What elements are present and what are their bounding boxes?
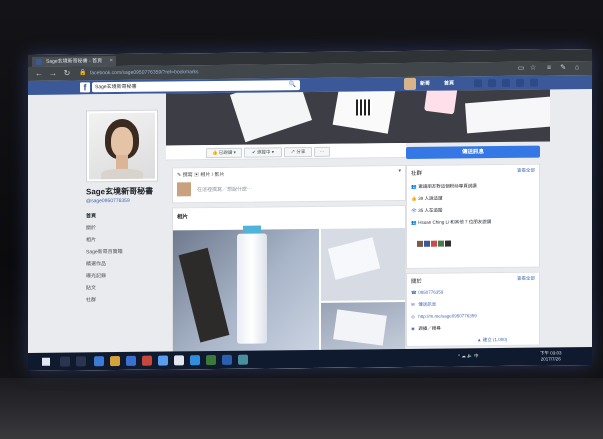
share-button[interactable]: ↗ 分享	[284, 146, 312, 158]
post-composer: ✎ 撰寫 ▣ 相片 / 影片 ▾ 在這裡撰寫／想說什麼⋯	[172, 164, 406, 204]
photos-header[interactable]: 相片	[177, 212, 188, 220]
photo-business-cards[interactable]	[321, 228, 405, 301]
page-right-column: 社群 查看全部 👥 邀請朋友對這個粉絲專頁說讚 👍 38 人說這讚 👁 35 人…	[406, 163, 540, 367]
share-icon[interactable]: ⌂	[572, 63, 582, 73]
task-view-icon[interactable]	[76, 356, 86, 367]
word-icon[interactable]	[222, 354, 232, 365]
send-message-button[interactable]: 傳送訊息	[406, 145, 540, 159]
lock-icon: 🔒	[79, 70, 87, 77]
search-value: Sage玄境新哥秘書	[95, 83, 137, 91]
about-title[interactable]: 關於	[411, 277, 422, 285]
link-icon: ◎	[411, 313, 415, 319]
notifications-icon[interactable]	[502, 78, 510, 87]
page-menu: 首頁 關於 相片 Sage新哥百寶箱 精選作品 曝光記錄 貼文 社群	[86, 210, 162, 307]
messenger-icon: ✉	[411, 301, 415, 307]
menu-item-photos[interactable]: 相片	[86, 234, 162, 247]
back-arrow-icon[interactable]: ←	[34, 69, 44, 79]
forward-arrow-icon[interactable]: →	[48, 69, 58, 79]
community-title[interactable]: 社群	[411, 169, 422, 177]
menu-item-posts[interactable]: 貼文	[86, 282, 162, 295]
community-panel: 社群 查看全部 👥 邀請朋友對這個粉絲專頁說讚 👍 38 人說這讚 👁 35 人…	[406, 163, 540, 269]
photos-section: 相片	[172, 204, 406, 371]
profile-picture[interactable]	[86, 109, 158, 183]
like-icon: 👍	[411, 195, 417, 201]
friend-requests-icon[interactable]	[474, 79, 482, 88]
page-title: Sage玄境新哥秘書	[86, 186, 154, 197]
nav-user-link[interactable]: 新哥	[420, 79, 430, 89]
user-avatar[interactable]	[404, 77, 416, 91]
page-handle[interactable]: @sage0950776359	[86, 197, 168, 204]
desk-surface	[0, 378, 603, 439]
more-button[interactable]: ···	[314, 146, 330, 157]
windows-start-icon[interactable]	[42, 357, 50, 366]
about-phone[interactable]: ☎ 0950776359	[411, 290, 443, 296]
facebook-search-input[interactable]: Sage玄境新哥秘書 🔍	[92, 80, 300, 93]
help-icon[interactable]	[516, 78, 524, 87]
store-icon[interactable]	[126, 355, 136, 366]
menu-item-exposure[interactable]: 曝光記錄	[86, 270, 162, 283]
community-row[interactable]: 👥 Hsuan Ching Li 和其他 7 位朋友說讚	[411, 219, 491, 226]
taskbar-clock[interactable]: 下午 03:03 2017/7/26	[540, 350, 562, 362]
category-icon: ◉	[411, 325, 415, 331]
people-icon: 👥	[411, 183, 417, 189]
excel-icon[interactable]	[206, 354, 216, 366]
community-see-all-link[interactable]: 查看全部	[517, 168, 535, 174]
about-category: ◉ 週播／搜尋	[411, 325, 441, 331]
cover-photo[interactable]	[166, 89, 550, 146]
edge-browser-icon[interactable]	[94, 356, 104, 367]
phone-icon: ☎	[411, 289, 417, 295]
url-field[interactable]: facebook.com/sage0950776359/?ref=bookmar…	[90, 66, 450, 78]
facebook-favicon-icon	[36, 58, 42, 65]
reading-view-icon[interactable]: ▭	[516, 64, 526, 74]
chrome-icon[interactable]	[142, 355, 152, 366]
account-menu-icon[interactable]	[530, 78, 538, 87]
clock-date: 2017/7/26	[540, 356, 561, 362]
refresh-icon[interactable]: ↻	[62, 68, 72, 78]
file-explorer-icon[interactable]	[110, 355, 120, 367]
page-left-column: Sage玄境新哥秘書 @sage0950776359 首頁 關於 相片 Sage…	[80, 93, 168, 371]
menu-item-toolbox[interactable]: Sage新哥百寶箱	[86, 246, 162, 259]
about-panel: 關於 查看全部 ☎ 0950776359 ✉ 傳送訊息 ◎ http://m.m…	[406, 271, 540, 347]
monitor-screen: Sage玄境新哥秘書 - 首頁 × ← → ↻ 🔒 facebook.com/s…	[28, 49, 592, 371]
app-icon[interactable]	[174, 355, 184, 366]
nav-home-link[interactable]: 首頁	[444, 78, 454, 88]
hub-icon[interactable]: ≡	[544, 63, 554, 73]
follow-icon: 👁	[411, 207, 417, 213]
composer-tabs[interactable]: ✎ 撰寫 ▣ 相片 / 影片	[177, 171, 225, 178]
tab-title: Sage玄境新哥秘書 - 首頁	[46, 58, 103, 65]
about-link[interactable]: ◎ http://m.me/sage0950776359	[411, 313, 477, 320]
liked-button[interactable]: 👍 已說讚 ▾	[206, 147, 242, 159]
system-tray[interactable]: ^ ☁ 🔈 中	[458, 353, 478, 359]
menu-item-home[interactable]: 首頁	[86, 210, 162, 223]
close-tab-icon[interactable]: ×	[109, 56, 113, 66]
ie-icon[interactable]	[190, 355, 200, 366]
following-button[interactable]: ✔ 追蹤中 ▾	[244, 147, 282, 158]
facebook-logo-icon[interactable]: f	[80, 82, 90, 93]
favorite-star-icon[interactable]: ☆	[528, 64, 538, 74]
photos-app-icon[interactable]	[238, 354, 248, 365]
composer-avatar	[177, 182, 191, 197]
menu-item-community[interactable]: 社群	[86, 294, 162, 307]
profile-photo-mannequin	[89, 112, 155, 180]
community-row: 👁 35 人在追蹤	[411, 207, 443, 213]
community-row: 👍 38 人說這讚	[411, 195, 443, 201]
friends-icon: 👥	[411, 219, 417, 225]
composer-input[interactable]: 在這裡撰寫／想說什麼⋯	[197, 186, 252, 194]
composer-options-icon[interactable]: ▾	[398, 168, 401, 174]
web-note-icon[interactable]: ✎	[558, 63, 568, 73]
community-row[interactable]: 👥 邀請朋友對這個粉絲專頁說讚	[411, 183, 477, 190]
friend-avatars[interactable]	[417, 233, 457, 247]
about-message[interactable]: ✉ 傳送訊息	[411, 302, 436, 308]
search-taskbar-icon[interactable]	[60, 356, 70, 367]
about-see-all-link[interactable]: 查看全部	[517, 276, 535, 282]
search-icon[interactable]: 🔍	[289, 80, 296, 90]
menu-item-about[interactable]: 關於	[86, 222, 162, 235]
page-action-bar: 👍 已說讚 ▾ ✔ 追蹤中 ▾ ↗ 分享 ···	[166, 142, 406, 161]
about-footer-link[interactable]: ▲ 建立 (1,000)	[477, 337, 507, 343]
messages-icon[interactable]	[488, 79, 496, 88]
menu-item-featured[interactable]: 精選作品	[86, 258, 162, 271]
mail-icon[interactable]	[158, 355, 168, 366]
